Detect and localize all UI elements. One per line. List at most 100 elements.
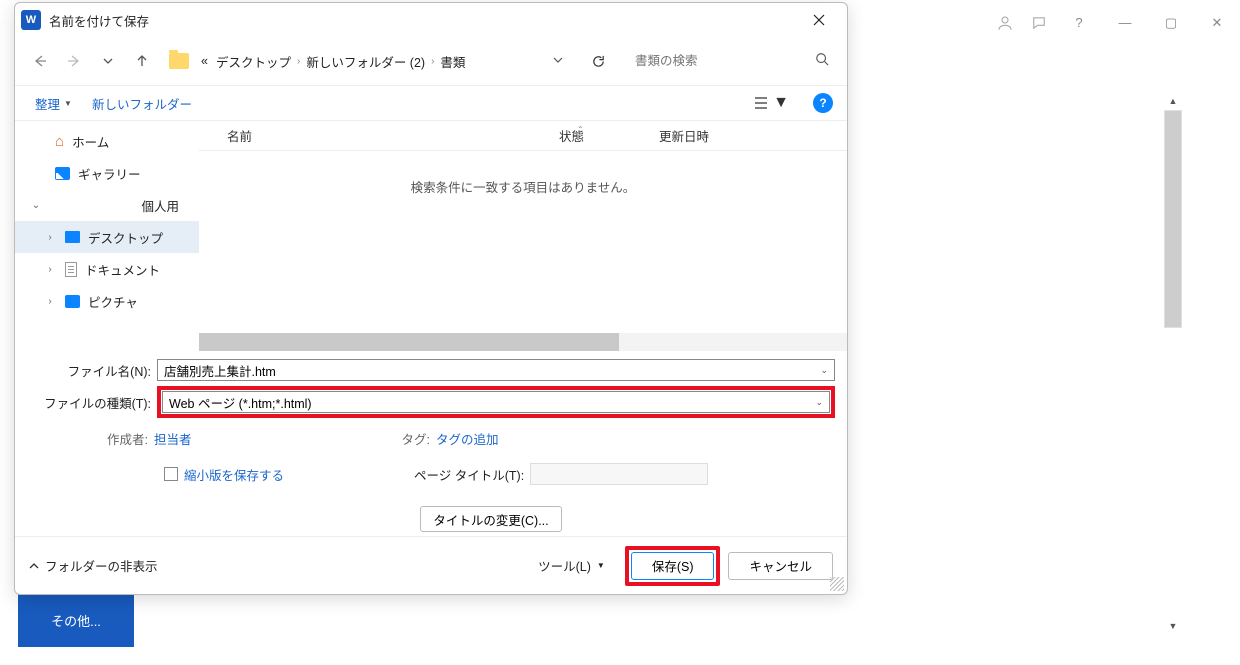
file-list-header: 名前 ⌃ 状態 更新日時 — [199, 121, 847, 151]
author-label: 作成者: — [107, 429, 148, 448]
refresh-button[interactable] — [583, 46, 613, 76]
change-title-button[interactable]: タイトルの変更(C)... — [420, 506, 561, 532]
background-titlebar: ? — ▢ ✕ — [850, 0, 1240, 45]
chevron-right-icon[interactable]: › — [43, 232, 57, 243]
dialog-fields: ファイル名(N): 店舗別売上集計.htm ⌄ ファイルの種類(T): Web … — [15, 353, 847, 536]
breadcrumb-item[interactable]: 書類 — [436, 52, 469, 71]
breadcrumb-root[interactable]: « — [197, 54, 212, 68]
breadcrumb-path[interactable]: « デスクトップ › 新しいフォルダー (2) › 書類 — [169, 46, 571, 76]
view-mode-button[interactable]: ▼ — [747, 91, 795, 115]
sidebar-item-label: ピクチャ — [88, 292, 138, 311]
author-value[interactable]: 担当者 — [154, 429, 192, 448]
chevron-right-icon[interactable]: › — [43, 296, 57, 307]
pictures-icon — [65, 295, 80, 308]
sidebar-item-pictures[interactable]: › ピクチャ — [15, 285, 199, 317]
chevron-right-icon[interactable]: › — [43, 264, 57, 275]
chevron-down-icon: ▼ — [597, 561, 605, 570]
chevron-down-icon[interactable]: ⌄ — [29, 200, 43, 211]
home-icon — [55, 133, 64, 150]
maximize-button[interactable]: ▢ — [1148, 8, 1194, 38]
sidebar-item-gallery[interactable]: ギャラリー — [15, 157, 199, 189]
column-status[interactable]: 状態 — [549, 126, 649, 145]
sidebar-item-label: デスクトップ — [88, 228, 163, 247]
file-list-area: 名前 ⌃ 状態 更新日時 検索条件に一致する項目はありません。 — [199, 121, 847, 353]
breadcrumb-item[interactable]: 新しいフォルダー (2) — [302, 52, 429, 71]
save-button[interactable]: 保存(S) — [631, 552, 715, 580]
nav-back-button[interactable] — [25, 46, 55, 76]
search-icon[interactable] — [815, 52, 829, 71]
chevron-down-icon[interactable]: ⌄ — [815, 397, 823, 408]
folder-icon — [169, 53, 189, 69]
word-app-icon: W — [21, 10, 41, 30]
breadcrumb-item[interactable]: デスクトップ — [212, 52, 295, 71]
chevron-down-icon: ▼ — [64, 99, 72, 108]
background-scrollbar[interactable]: ▲ — [1164, 110, 1182, 328]
tags-label: タグ: — [402, 429, 430, 448]
filename-row: ファイル名(N): 店舗別売上集計.htm ⌄ — [27, 359, 835, 381]
chevron-right-icon: › — [429, 56, 436, 67]
save-as-dialog: W 名前を付けて保存 « デスクトップ › 新しいフォルダー (2) › 書類 — [14, 2, 848, 595]
filename-input[interactable]: 店舗別売上集計.htm ⌄ — [157, 359, 835, 381]
page-title-input[interactable] — [530, 463, 708, 485]
chat-icon[interactable] — [1022, 8, 1056, 38]
save-button-highlight: 保存(S) — [625, 546, 721, 586]
document-icon — [65, 262, 77, 277]
nav-recent-button[interactable] — [93, 46, 123, 76]
thumbnail-row: 縮小版を保存する ページ タイトル(T): — [27, 453, 835, 495]
dialog-close-button[interactable] — [797, 5, 841, 35]
tags-value[interactable]: タグの追加 — [436, 429, 499, 448]
chevron-down-icon[interactable]: ⌄ — [820, 365, 828, 376]
dialog-footer: フォルダーの非表示 ツール(L) ▼ 保存(S) キャンセル — [15, 536, 847, 594]
user-icon[interactable] — [988, 8, 1022, 38]
column-name[interactable]: 名前 — [199, 126, 549, 145]
dialog-title: 名前を付けて保存 — [49, 11, 797, 30]
sidebar-item-desktop[interactable]: › デスクトップ — [15, 221, 199, 253]
desktop-icon — [65, 231, 80, 243]
dialog-titlebar: W 名前を付けて保存 — [15, 3, 847, 37]
save-thumbnail-label[interactable]: 縮小版を保存する — [184, 465, 284, 484]
navigation-bar: « デスクトップ › 新しいフォルダー (2) › 書類 — [15, 37, 847, 85]
sort-indicator-icon: ⌃ — [577, 125, 584, 134]
scrollbar-thumb[interactable] — [1165, 111, 1181, 327]
help-button[interactable]: ? — [1056, 8, 1102, 38]
column-date[interactable]: 更新日時 — [649, 126, 789, 145]
search-input[interactable] — [635, 54, 815, 68]
sidebar-item-label: ギャラリー — [78, 164, 141, 183]
scroll-down-icon[interactable]: ▼ — [1164, 617, 1182, 635]
save-thumbnail-checkbox[interactable] — [164, 467, 178, 481]
filetype-label: ファイルの種類(T): — [27, 393, 157, 412]
nav-forward-button[interactable] — [59, 46, 89, 76]
sidebar-item-documents[interactable]: › ドキュメント — [15, 253, 199, 285]
filename-label: ファイル名(N): — [27, 361, 157, 380]
dialog-body: ホーム ギャラリー ⌄ 個人用 › デスクトップ › ドキュメント › — [15, 121, 847, 353]
cancel-button[interactable]: キャンセル — [728, 552, 833, 580]
other-button[interactable]: その他... — [18, 593, 134, 647]
search-box[interactable] — [627, 46, 837, 76]
chevron-right-icon: › — [295, 56, 302, 67]
filetype-row: ファイルの種類(T): Web ページ (*.htm;*.html) ⌄ — [27, 386, 835, 418]
organize-button[interactable]: 整理▼ — [29, 91, 78, 116]
sidebar: ホーム ギャラリー ⌄ 個人用 › デスクトップ › ドキュメント › — [15, 121, 199, 353]
change-title-row: タイトルの変更(C)... — [147, 506, 835, 532]
sidebar-item-home[interactable]: ホーム — [15, 125, 199, 157]
sidebar-group-personal[interactable]: ⌄ 個人用 — [15, 189, 199, 221]
horizontal-scrollbar[interactable] — [199, 333, 847, 351]
sidebar-item-label: ホーム — [72, 132, 109, 151]
hide-folders-toggle[interactable]: フォルダーの非表示 — [29, 556, 158, 575]
dialog-help-button[interactable]: ? — [813, 93, 833, 113]
empty-message: 検索条件に一致する項目はありません。 — [199, 151, 847, 333]
dialog-toolbar: 整理▼ 新しいフォルダー ▼ ? — [15, 85, 847, 121]
scrollbar-thumb[interactable] — [199, 333, 619, 351]
path-dropdown-icon[interactable] — [545, 52, 571, 70]
filetype-dropdown[interactable]: Web ページ (*.htm;*.html) ⌄ — [162, 391, 830, 413]
nav-up-button[interactable] — [127, 46, 157, 76]
page-title-label: ページ タイトル(T): — [414, 465, 524, 484]
resize-grip[interactable] — [830, 577, 844, 591]
chevron-down-icon: ▼ — [773, 94, 789, 112]
tools-dropdown[interactable]: ツール(L) ▼ — [538, 556, 605, 575]
minimize-button[interactable]: — — [1102, 8, 1148, 38]
filetype-highlight: Web ページ (*.htm;*.html) ⌄ — [157, 386, 835, 418]
new-folder-button[interactable]: 新しいフォルダー — [86, 91, 198, 116]
scroll-up-icon[interactable]: ▲ — [1164, 92, 1182, 110]
close-button[interactable]: ✕ — [1194, 8, 1240, 38]
